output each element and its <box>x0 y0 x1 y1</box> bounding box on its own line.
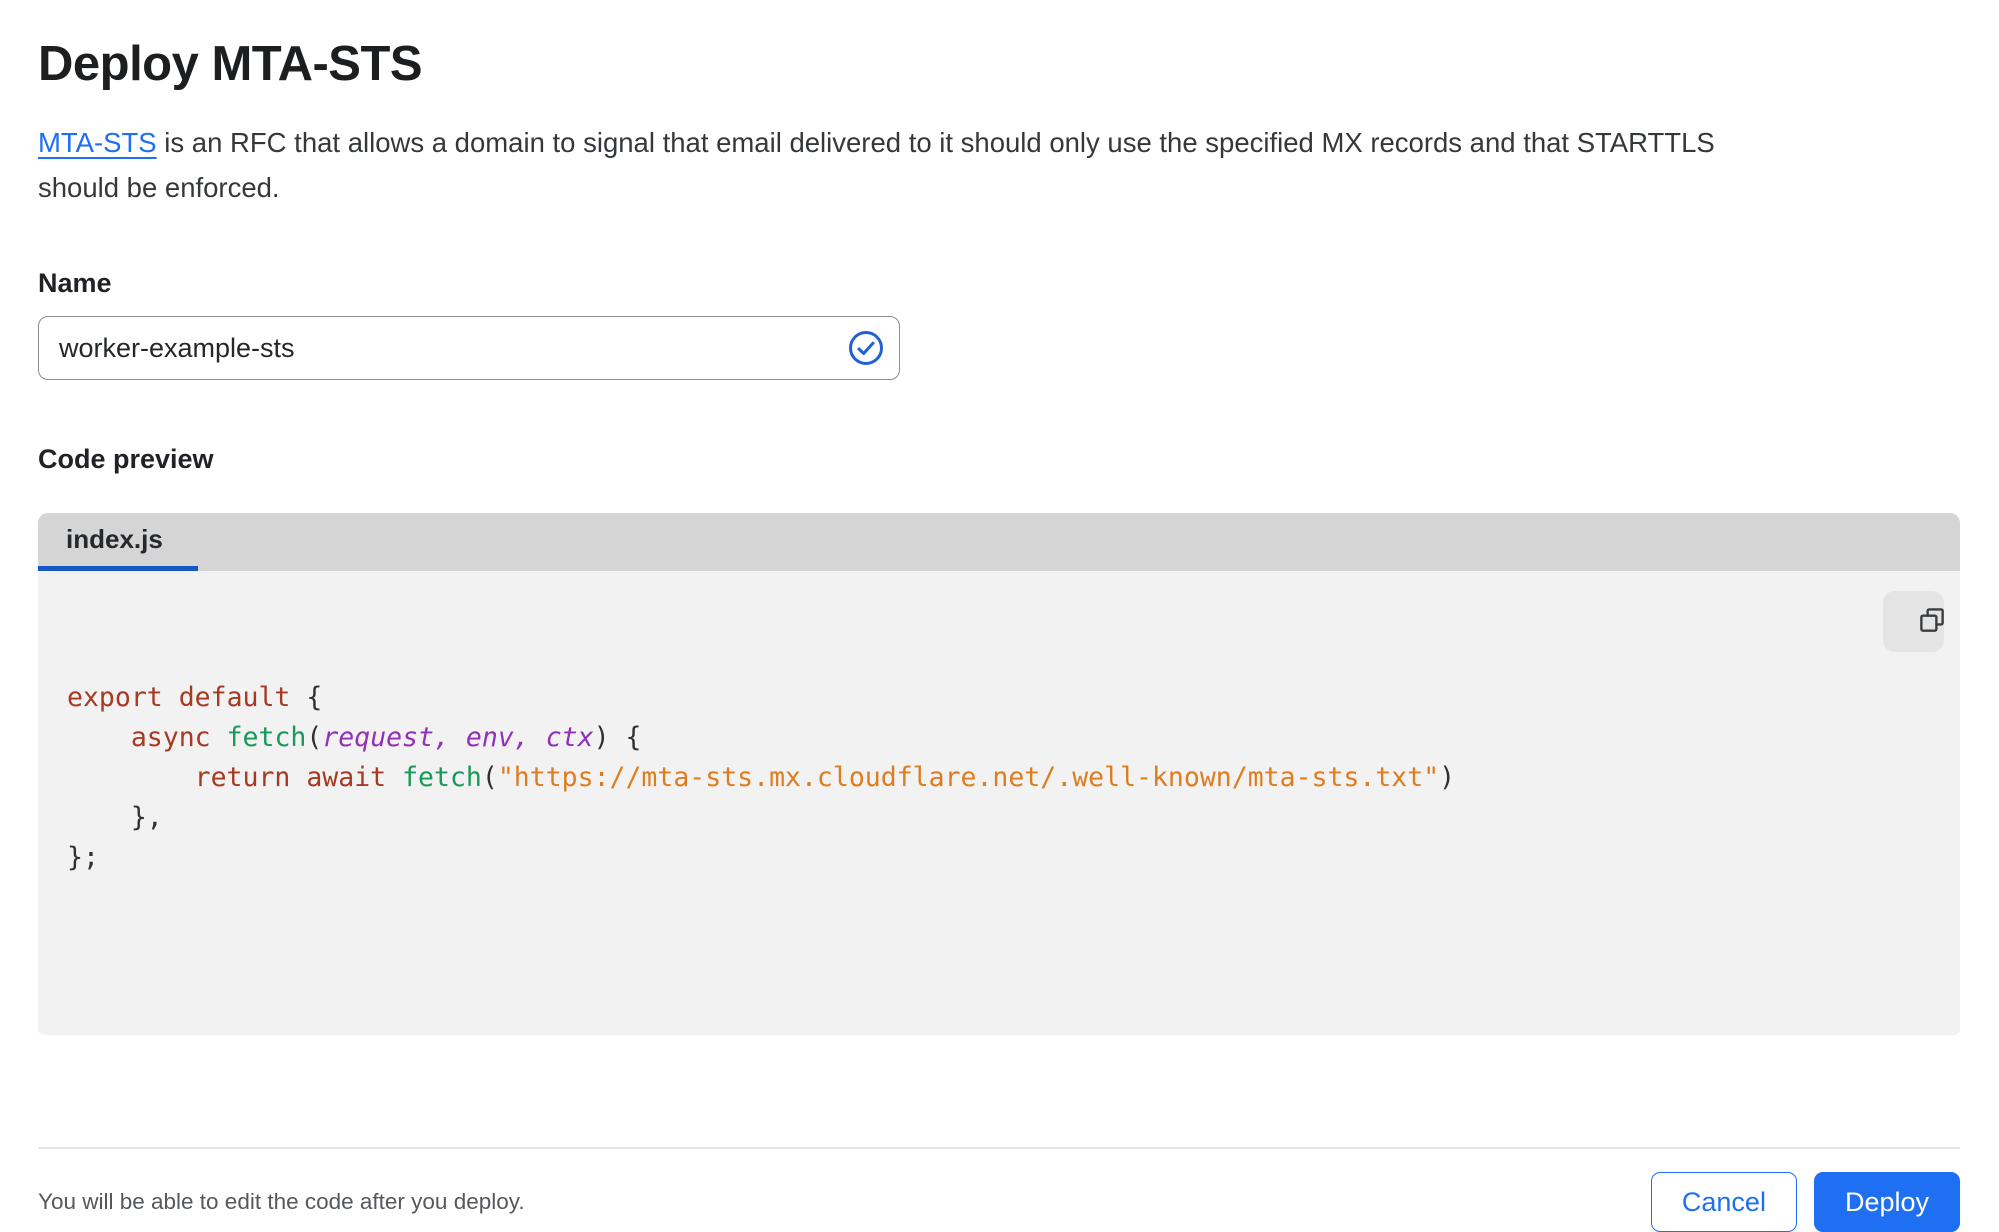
mta-sts-link[interactable]: MTA-STS <box>38 127 157 158</box>
code-line: }; <box>67 842 99 873</box>
code-line: async fetch(request, env, ctx) { <box>130 722 642 753</box>
name-label: Name <box>38 268 112 298</box>
description-text: MTA-STS is an RFC that allows a domain t… <box>38 120 1960 210</box>
code-tabbar: index.js <box>38 513 1960 571</box>
footer-divider <box>38 1147 1960 1149</box>
description-line1: is an RFC that allows a domain to signal… <box>156 127 1715 158</box>
footer: You will be able to edit the code after … <box>38 1172 1960 1232</box>
deploy-button[interactable]: Deploy <box>1813 1172 1960 1232</box>
code-preview-card: index.js export default { async fetch(re… <box>38 513 1960 1035</box>
footer-note: You will be able to edit the code after … <box>38 1189 525 1214</box>
code-line: return await fetch("https://mta-sts.mx.c… <box>194 762 1456 793</box>
cancel-button[interactable]: Cancel <box>1650 1172 1797 1232</box>
page-title: Deploy MTA-STS <box>38 37 423 91</box>
code-editor: export default { async fetch(request, en… <box>38 571 1960 1035</box>
code-preview-label: Code preview <box>38 444 214 474</box>
description-line2: should be enforced. <box>38 172 280 203</box>
deploy-mta-sts-page: Deploy MTA-STS MTA-STS is an RFC that al… <box>0 36 1999 1232</box>
check-circle-icon <box>846 328 886 368</box>
tab-index-js[interactable]: index.js <box>38 513 198 571</box>
footer-actions: Cancel Deploy <box>1650 1172 1960 1232</box>
name-input-container <box>38 316 900 380</box>
code-lines: export default { async fetch(request, en… <box>67 678 1932 878</box>
code-line: }, <box>67 802 163 833</box>
code-line: export default { <box>67 682 323 713</box>
copy-button[interactable] <box>1883 591 1944 652</box>
name-input[interactable] <box>59 332 846 364</box>
copy-icon <box>1880 590 1947 653</box>
